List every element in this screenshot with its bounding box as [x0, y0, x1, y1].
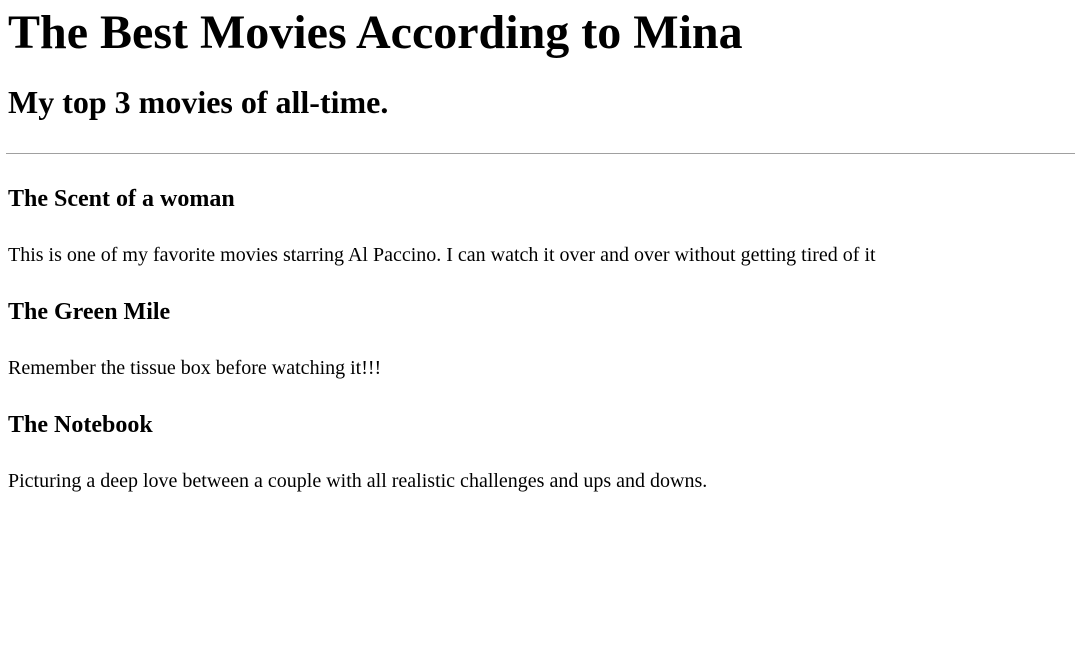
movie-description: Remember the tissue box before watching …	[8, 357, 382, 379]
movie-title: The Scent of a woman	[8, 186, 235, 212]
movie-title: The Notebook	[8, 412, 153, 438]
movie-item: The Green Mile Remember the tissue box b…	[8, 298, 1073, 380]
page-title: The Best Movies According to Mina	[8, 6, 743, 59]
movie-description: Picturing a deep love between a couple w…	[8, 470, 708, 492]
movie-item: The Scent of a woman This is one of my f…	[8, 185, 1073, 267]
movie-item: The Notebook Picturing a deep love betwe…	[8, 411, 1073, 493]
movie-description: This is one of my favorite movies starri…	[8, 244, 876, 266]
page-subtitle: My top 3 movies of all-time.	[8, 84, 389, 120]
movie-list: The Scent of a woman This is one of my f…	[8, 185, 1073, 493]
movie-title: The Green Mile	[8, 299, 171, 325]
divider	[6, 153, 1075, 154]
